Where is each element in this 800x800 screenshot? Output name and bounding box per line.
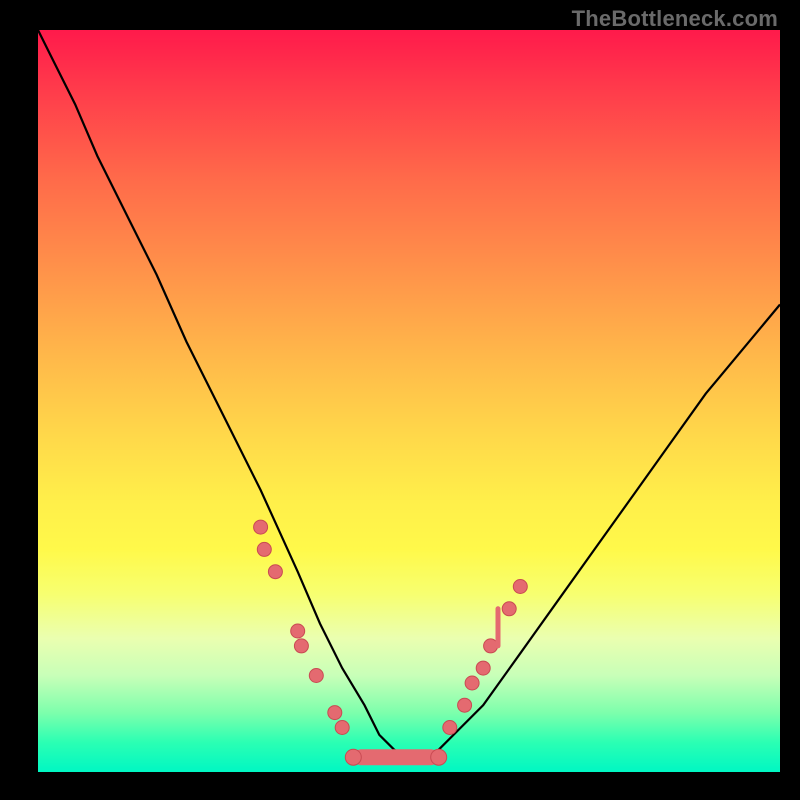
- marker-dot: [294, 639, 308, 653]
- marker-dot: [335, 721, 349, 735]
- marker-dot: [257, 542, 271, 556]
- marker-dot: [268, 565, 282, 579]
- marker-dot: [328, 706, 342, 720]
- bottleneck-curve: [38, 30, 780, 757]
- bottleneck-svg: [38, 30, 780, 772]
- marker-dot: [254, 520, 268, 534]
- plot-area: [38, 30, 780, 772]
- marker-dot: [345, 749, 361, 765]
- marker-dot: [502, 602, 516, 616]
- marker-dot: [458, 698, 472, 712]
- trough-bar: [353, 749, 438, 765]
- chart-frame: TheBottleneck.com: [0, 0, 800, 800]
- marker-dot: [431, 749, 447, 765]
- watermark-text: TheBottleneck.com: [572, 6, 778, 32]
- marker-dot: [476, 661, 490, 675]
- markers-group: [254, 520, 528, 765]
- marker-dot: [443, 721, 457, 735]
- marker-dot: [465, 676, 479, 690]
- marker-dot: [309, 669, 323, 683]
- marker-dot: [291, 624, 305, 638]
- marker-dot: [513, 580, 527, 594]
